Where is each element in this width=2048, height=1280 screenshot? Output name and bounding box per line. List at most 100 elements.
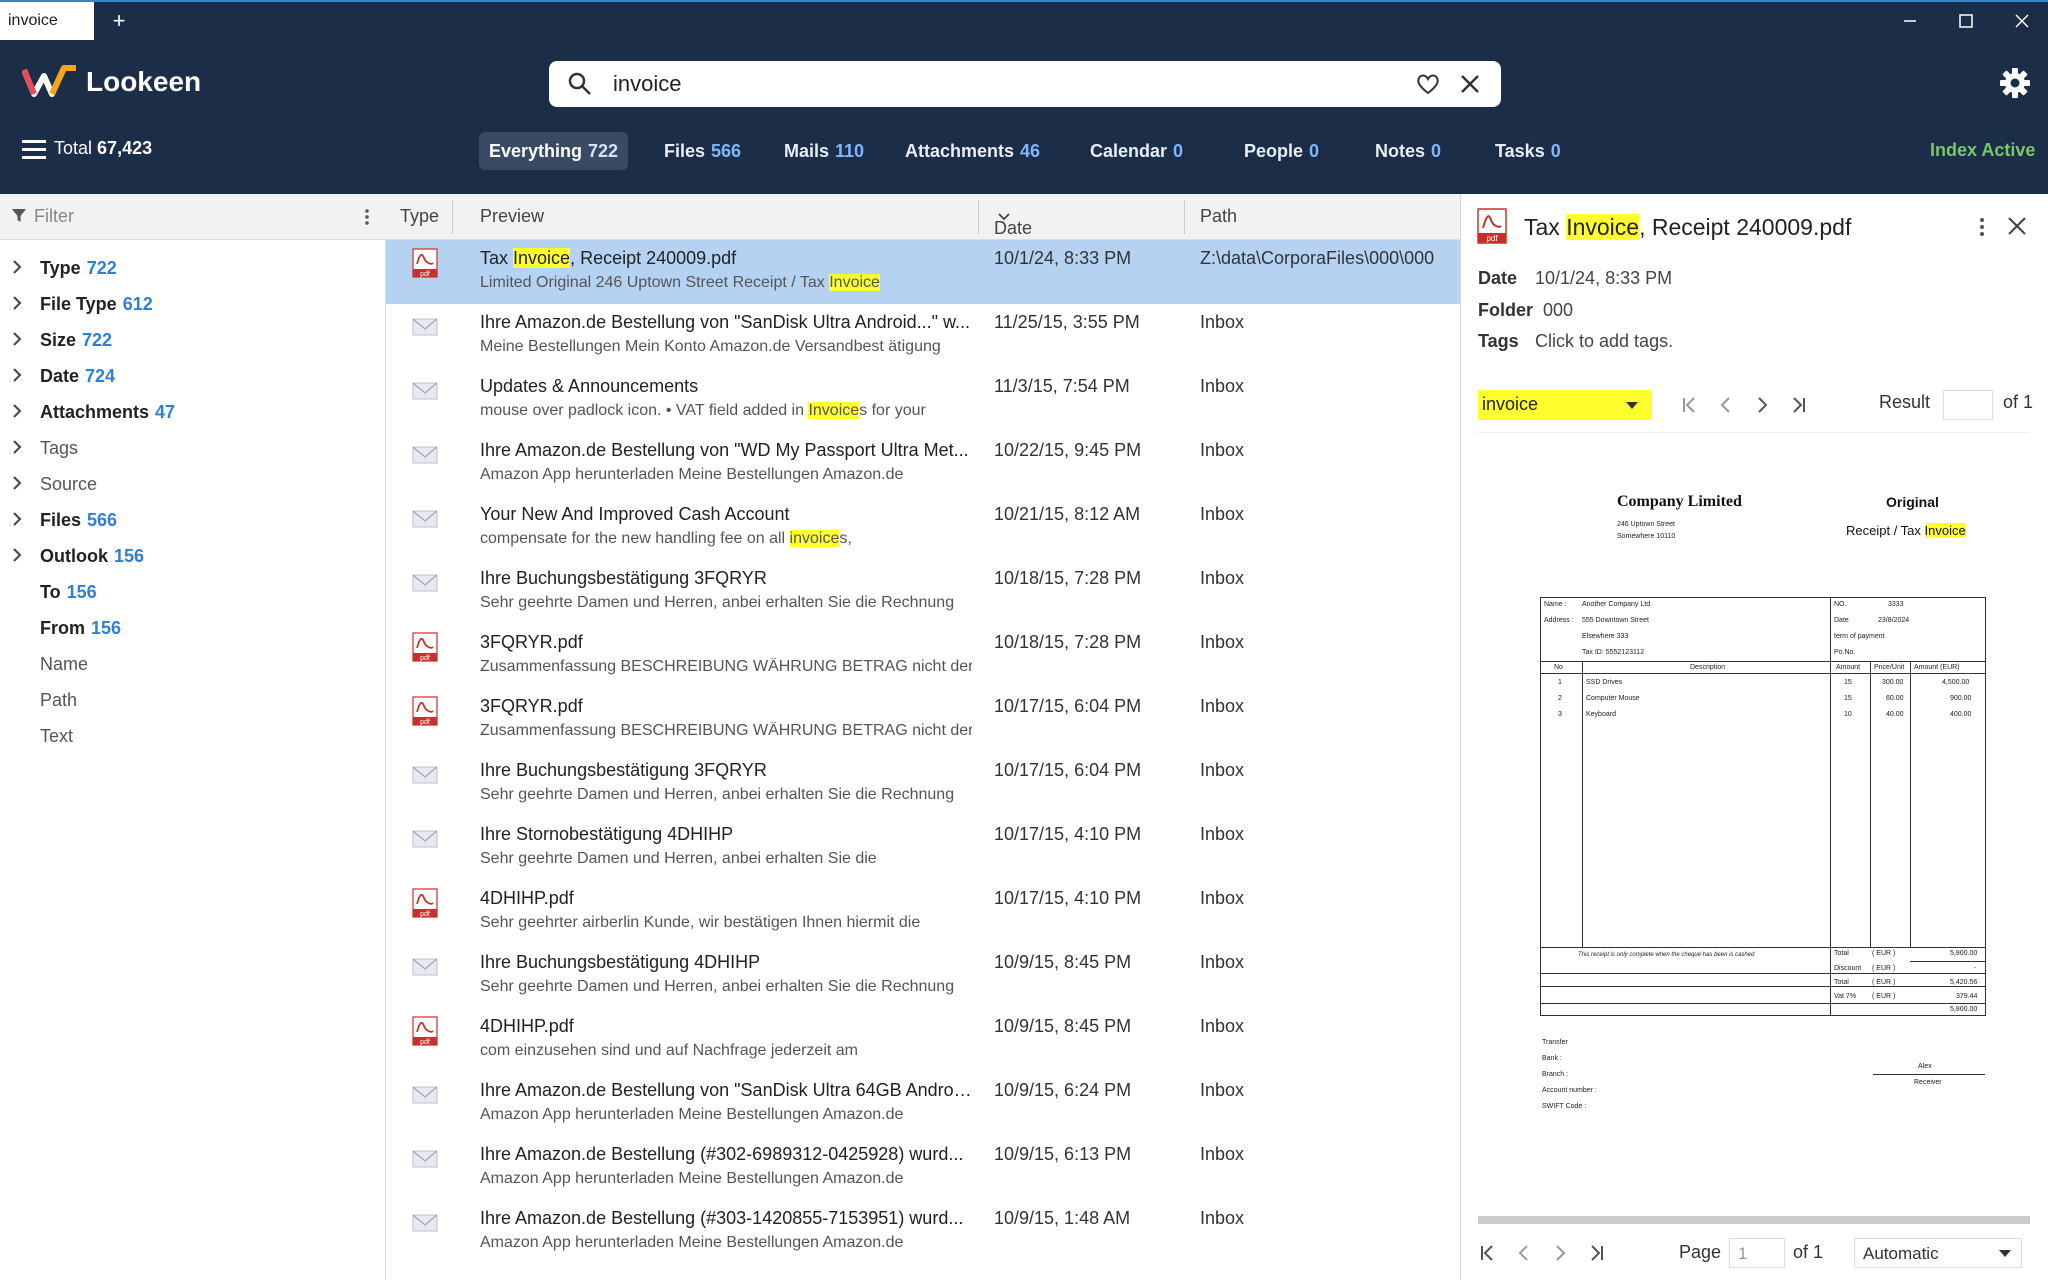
chevron-right-icon[interactable] (10, 402, 24, 420)
column-type[interactable]: Type (400, 206, 439, 227)
menu-hamburger-icon[interactable] (22, 140, 46, 160)
chevron-right-icon[interactable] (10, 330, 24, 348)
doc-head-no: No (1554, 664, 1563, 671)
column-preview[interactable]: Preview (480, 206, 544, 227)
facet-outlook[interactable]: Outlook 156 (0, 540, 386, 572)
document-horizontal-scrollbar[interactable] (1478, 1216, 2030, 1224)
result-row[interactable]: Ihre Stornobestätigung 4DHIHP Sehr geehrt… (386, 816, 1460, 880)
close-window-button[interactable] (1994, 2, 2048, 40)
result-row[interactable]: Your New And Improved Cash Account compen… (386, 496, 1460, 560)
doc-item-price: 40.00 (1886, 711, 1904, 718)
page-number-input[interactable]: 1 (1729, 1238, 1785, 1268)
result-date: 11/25/15, 3:55 PM (994, 312, 1140, 332)
filter-input[interactable]: Filter (34, 206, 74, 227)
result-path: Inbox (1200, 1144, 1245, 1164)
filter-bar[interactable]: Filter (0, 194, 386, 240)
settings-gear-icon[interactable] (1998, 66, 2032, 100)
next-result-icon[interactable] (1751, 394, 1773, 416)
meta-tags[interactable]: Tags Click to add tags. (1478, 331, 1673, 352)
kebab-menu-icon[interactable] (364, 208, 370, 226)
filter-sidebar: Filter Type 722 File Type 612 Size 722 Date… (0, 194, 386, 1280)
new-tab-button[interactable]: + (104, 6, 134, 36)
prev-result-icon[interactable] (1715, 394, 1737, 416)
result-row[interactable]: Ihre Amazon.de Bestellung von "WD My Pas… (386, 432, 1460, 496)
facet-date[interactable]: Date 724 (0, 360, 386, 392)
tab-files[interactable]: Files 566 (654, 132, 751, 170)
result-row[interactable]: Ihre Buchungsbestätigung 4DHIHP Sehr geeh… (386, 944, 1460, 1008)
search-input[interactable] (613, 67, 1413, 101)
tab-invoice[interactable]: invoice (0, 2, 94, 40)
result-date: 10/17/15, 6:04 PM (994, 760, 1142, 780)
tab-calendar[interactable]: Calendar 0 (1080, 132, 1193, 170)
facet-type[interactable]: Type 722 (0, 252, 386, 284)
doc-item-qty: 10 (1844, 711, 1852, 718)
last-result-icon[interactable] (1787, 394, 1809, 416)
zoom-select[interactable]: Automatic (1854, 1238, 2022, 1268)
column-path[interactable]: Path (1200, 206, 1237, 227)
tab-people[interactable]: People 0 (1234, 132, 1329, 170)
chevron-right-icon[interactable] (10, 438, 24, 456)
prev-page-icon[interactable] (1513, 1242, 1535, 1264)
search-icon (568, 72, 591, 95)
tab-mails[interactable]: Mails 110 (774, 132, 874, 170)
result-row[interactable]: pdf 3FQRYR.pdf Zusammenfassung BESCHREIBUN… (386, 624, 1460, 688)
result-row[interactable]: pdf 4DHIHP.pdf Sehr geehrter airberlin Kun… (386, 880, 1460, 944)
chevron-right-icon[interactable] (10, 366, 24, 384)
clear-search-icon[interactable] (1457, 71, 1483, 97)
chevron-right-icon[interactable] (10, 294, 24, 312)
result-row[interactable]: Ihre Amazon.de Bestellung (#302-6989312-… (386, 1136, 1460, 1200)
favorite-heart-icon[interactable] (1415, 71, 1441, 97)
result-row[interactable]: Ihre Amazon.de Bestellung (#303-1420855-… (386, 1200, 1460, 1264)
chevron-right-icon[interactable] (10, 546, 24, 564)
result-row[interactable]: Ihre Buchungsbestätigung 3FQRYR Sehr geeh… (386, 752, 1460, 816)
facet-size[interactable]: Size 722 (0, 324, 386, 356)
column-date[interactable]: Date (994, 206, 1032, 238)
facet-attachments[interactable]: Attachments 47 (0, 396, 386, 428)
first-page-icon[interactable] (1477, 1242, 1499, 1264)
svg-text:pdf: pdf (420, 719, 430, 726)
last-page-icon[interactable] (1585, 1242, 1607, 1264)
close-preview-icon[interactable] (2005, 214, 2029, 238)
facet-text[interactable]: Text (0, 720, 386, 752)
tab-tasks[interactable]: Tasks 0 (1485, 132, 1571, 170)
doc-total-unit: ( EUR ) (1872, 950, 1896, 957)
facet-tags[interactable]: Tags (0, 432, 386, 464)
minimize-icon (1904, 20, 1916, 22)
doc-name-value: Another Company Ltd. (1582, 601, 1653, 608)
result-title: Updates & Announcements (480, 376, 699, 396)
result-row[interactable]: Ihre Amazon.de Bestellung von "SanDisk U… (386, 1072, 1460, 1136)
minimize-button[interactable] (1882, 2, 1938, 40)
chevron-right-icon[interactable] (10, 258, 24, 276)
facet-file-type[interactable]: File Type 612 (0, 288, 386, 320)
first-result-icon[interactable] (1679, 394, 1701, 416)
result-row[interactable]: pdf 3FQRYR.pdf Zusammenfassung BESCHREIBUN… (386, 688, 1460, 752)
maximize-button[interactable] (1938, 2, 1994, 40)
result-title: Ihre Buchungsbestätigung 3FQRYR (480, 568, 767, 588)
facet-files[interactable]: Files 566 (0, 504, 386, 536)
tab-everything[interactable]: Everything 722 (479, 132, 629, 170)
result-row[interactable]: pdf 4DHIHP.pdf com einzusehen sind und auf… (386, 1008, 1460, 1072)
highlight-term-select[interactable]: invoice (1478, 390, 1652, 420)
result-row[interactable]: Updates & Announcements mouse over padloc… (386, 368, 1460, 432)
result-row[interactable]: Ihre Amazon.de Bestellung von "SanDisk U… (386, 304, 1460, 368)
result-number-input[interactable] (1943, 390, 1993, 420)
preview-menu-kebab-icon[interactable] (1979, 216, 1985, 238)
facet-to[interactable]: To 156 (0, 576, 386, 608)
result-row[interactable]: Ihre Buchungsbestätigung 3FQRYR Sehr geeh… (386, 560, 1460, 624)
chevron-right-icon[interactable] (10, 510, 24, 528)
tab-attachments[interactable]: Attachments 46 (895, 132, 1050, 170)
facet-path[interactable]: Path (0, 684, 386, 716)
document-viewer[interactable]: Company Limited 246 Uptown Street Somewh… (1478, 432, 2030, 1214)
doc-account: Account number : (1542, 1087, 1597, 1094)
next-page-icon[interactable] (1549, 1242, 1571, 1264)
facet-from[interactable]: From 156 (0, 612, 386, 644)
result-row[interactable]: pdf Tax Invoice, Receipt 240009.pdf Limite… (386, 240, 1460, 304)
tab-notes[interactable]: Notes 0 (1365, 132, 1451, 170)
meta-date: Date 10/1/24, 8:33 PM (1478, 268, 1673, 288)
preview-title: Tax Invoice, Receipt 240009.pdf (1524, 214, 1852, 240)
facet-name[interactable]: Name (0, 648, 386, 680)
result-snippet: Sehr geehrte Damen und Herren, anbei erh… (480, 978, 955, 995)
chevron-right-icon[interactable] (10, 474, 24, 492)
result-snippet: Limited Original 246 Uptown Street Recei… (480, 274, 880, 291)
facet-source[interactable]: Source (0, 468, 386, 500)
